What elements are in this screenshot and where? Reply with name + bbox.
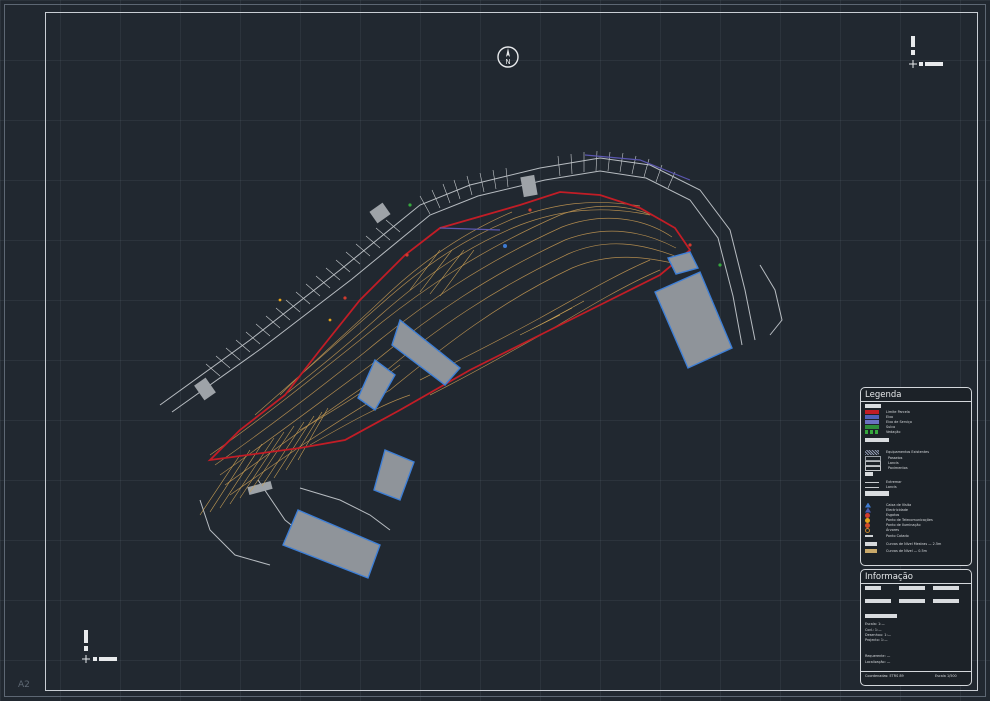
buildings xyxy=(282,251,733,579)
info-field-block xyxy=(865,586,881,590)
site-plan-drawing xyxy=(159,150,783,579)
legend-group-header xyxy=(865,438,889,442)
legend-item-label: Curvas de Nível Mestras — 2.5m xyxy=(886,542,942,546)
info-field-label: Projecto: 1:— xyxy=(865,638,888,642)
legend-item-label: Vedação xyxy=(886,430,901,434)
info-field-block xyxy=(865,614,897,618)
info-field-label: Cod.: 1:— xyxy=(865,628,882,632)
parcel-boundary xyxy=(207,191,692,462)
info-field-label: Localização: — xyxy=(865,660,891,664)
legend-swatch xyxy=(865,542,877,546)
legend-swatch xyxy=(865,549,877,553)
info-field-block xyxy=(865,599,891,603)
parking-stalls xyxy=(205,150,676,377)
legend-item-label: Árvores xyxy=(886,528,899,532)
info-footer-coords: Coordenadas: ETRS 89 xyxy=(865,674,904,678)
info-field-label: Requerente: — xyxy=(865,654,891,658)
legend-item: Lancis xyxy=(865,484,897,490)
info-field-block xyxy=(933,599,959,603)
legend-group-header xyxy=(865,491,889,496)
legend-item: Curvas de Nível — 0.5m xyxy=(865,548,927,554)
info-field-label: Desenhou: 1:— xyxy=(865,633,891,637)
legend-item-label: Pavimentos xyxy=(888,466,908,470)
info-field-block xyxy=(933,586,959,590)
info-field-block xyxy=(899,599,925,603)
tree-icon xyxy=(865,527,870,533)
legend-swatch xyxy=(865,465,881,471)
legend-item-label: Equipamentos Existentes xyxy=(886,450,930,454)
legend-swatch xyxy=(865,449,879,455)
info-field-label: Escala: 1:— xyxy=(865,622,885,626)
legend-item: Vedação xyxy=(865,429,900,435)
info-title: Informação xyxy=(861,570,971,584)
info-footer-divider xyxy=(861,671,971,672)
spot-height-icon xyxy=(865,535,873,537)
legend-swatch xyxy=(865,486,879,488)
info-footer-scale: Escala 1/500 xyxy=(935,674,957,678)
legend-panel: Legenda Limite Parcela Eixo Eixo de Serv… xyxy=(860,387,972,566)
point-symbols xyxy=(278,203,722,322)
legend-item: Ponto Cotado xyxy=(865,533,909,539)
legend-group-header xyxy=(865,404,881,408)
legend-title: Legenda xyxy=(861,388,971,402)
info-field-block xyxy=(899,586,925,590)
legend-item: Curvas de Nível Mestras — 2.5m xyxy=(865,541,941,547)
legend-item-label: Ponto Cotado xyxy=(886,534,909,538)
legend-group-header xyxy=(865,472,873,476)
info-panel: Informação Escala: 1:— Cod.: 1:— Desenho… xyxy=(860,569,972,686)
legend-item-label: Curvas de Nível — 0.5m xyxy=(886,549,927,553)
legend-item-label: Lancis xyxy=(886,485,897,489)
legend-swatch xyxy=(865,481,879,483)
legend-item: Pavimentos xyxy=(865,465,908,471)
legend-swatch xyxy=(865,430,879,434)
